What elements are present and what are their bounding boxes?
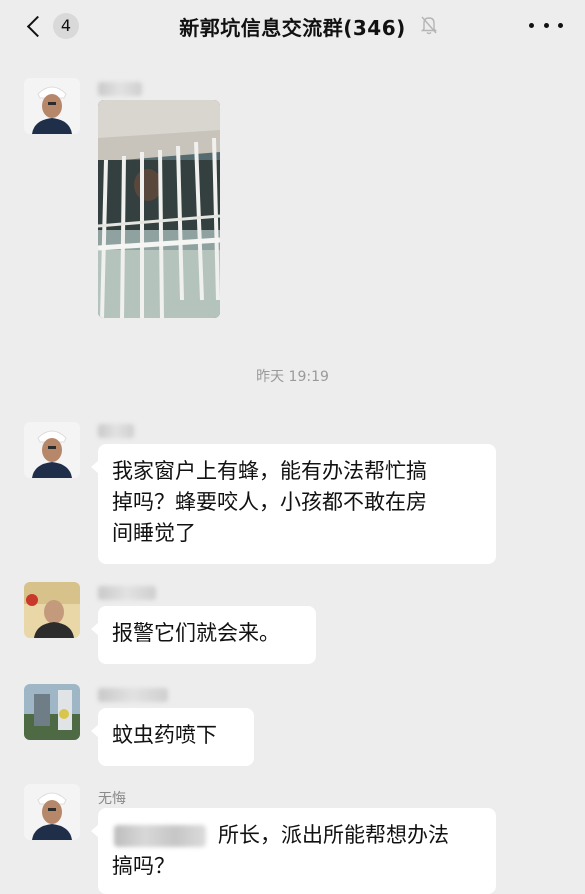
- message-bubble[interactable]: 所长，派出所能帮想办法 搞吗？: [91, 808, 496, 894]
- avatar[interactable]: [24, 684, 80, 740]
- message-text-line: 间睡觉了: [112, 521, 196, 545]
- more-dot: [543, 22, 549, 28]
- more-dot: [529, 22, 534, 28]
- bell-muted-icon: [420, 16, 438, 35]
- message-bubble[interactable]: 蚊虫药喷下: [91, 708, 254, 766]
- redacted-nickname: [98, 688, 168, 702]
- redacted-nickname: [98, 424, 134, 438]
- message-text-line: 掉吗？蜂要咬人，小孩都不敢在房: [112, 490, 427, 514]
- avatar-image: [24, 684, 80, 740]
- message-bubble[interactable]: 我家窗户上有蜂，能有办法帮忙搞 掉吗？蜂要咬人，小孩都不敢在房 间睡觉了: [91, 444, 496, 564]
- avatar-image: [24, 784, 80, 840]
- message-timestamp: 昨天 19:19: [256, 369, 329, 385]
- more-options-button[interactable]: [529, 10, 563, 40]
- avatar-image: [24, 422, 80, 478]
- message-bubble[interactable]: 报警它们就会来。: [91, 606, 316, 664]
- avatar-image: [24, 78, 80, 134]
- redacted-mention: [114, 825, 206, 847]
- avatar[interactable]: [24, 78, 80, 134]
- sender-nickname: 无悔: [98, 791, 126, 807]
- message-text-line: 搞吗？: [112, 854, 175, 878]
- chat-header: 4 新郭坑信息交流群(346): [0, 0, 585, 56]
- redacted-nickname: [98, 586, 156, 600]
- window-photo: [98, 100, 220, 318]
- avatar[interactable]: [24, 582, 80, 638]
- message-image[interactable]: [98, 100, 220, 318]
- avatar-image: [24, 582, 80, 638]
- message-text-line: 报警它们就会来。: [112, 621, 280, 645]
- more-dot: [558, 22, 563, 28]
- message-text-line: 我家窗户上有蜂，能有办法帮忙搞: [112, 459, 427, 483]
- avatar[interactable]: [24, 784, 80, 840]
- avatar[interactable]: [24, 422, 80, 478]
- chat-title: 新郭坑信息交流群(346): [179, 16, 406, 40]
- message-text-line: 蚊虫药喷下: [112, 723, 217, 747]
- message-text-line: 所长，派出所能帮想办法: [218, 823, 449, 847]
- redacted-nickname: [98, 82, 142, 96]
